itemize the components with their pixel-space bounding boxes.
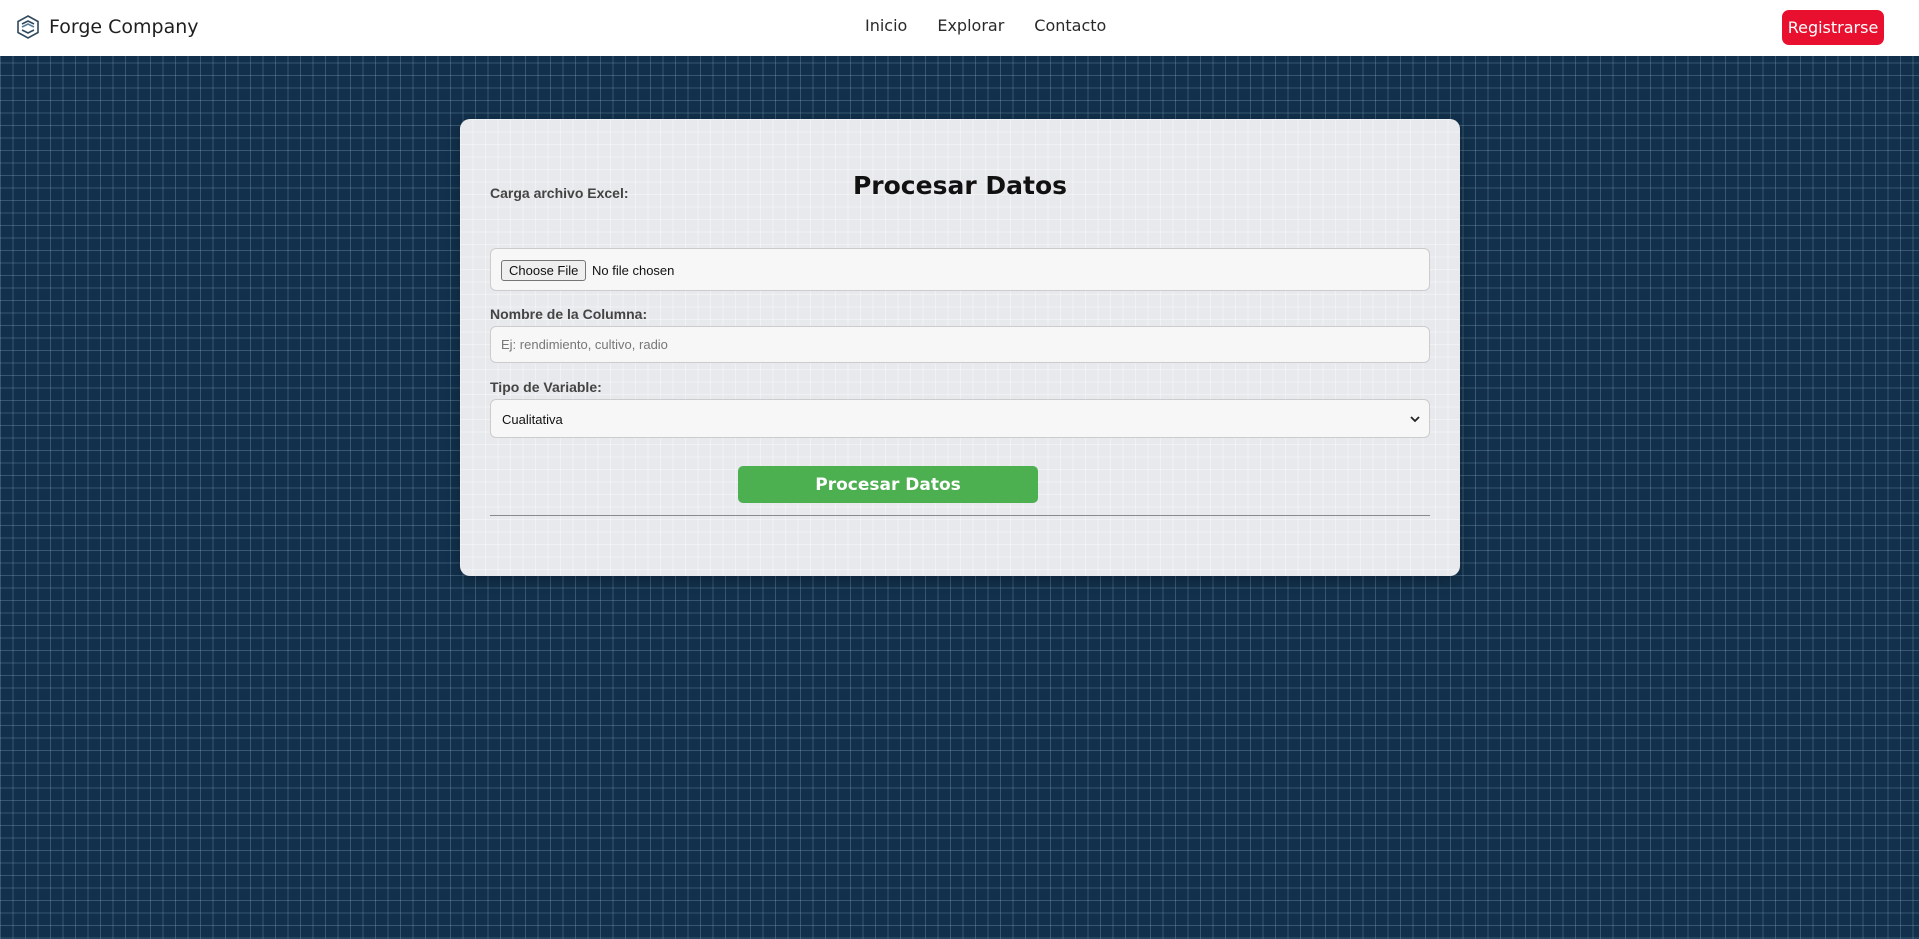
nav-link-inicio[interactable]: Inicio	[865, 16, 907, 35]
nav-link-explorar[interactable]: Explorar	[937, 16, 1004, 35]
brand-name: Forge Company	[49, 16, 199, 38]
navbar: Forge Company Inicio Explorar Contacto R…	[0, 0, 1919, 56]
variable-type-select[interactable]: Cualitativa	[490, 399, 1430, 438]
process-data-button[interactable]: Procesar Datos	[738, 466, 1038, 503]
nav-link-contacto[interactable]: Contacto	[1034, 16, 1106, 35]
register-button[interactable]: Registrarse	[1782, 10, 1884, 45]
brand[interactable]: Forge Company	[15, 14, 199, 40]
file-status-text: No file chosen	[592, 263, 675, 278]
choose-file-button[interactable]: Choose File	[501, 260, 587, 281]
variable-type-selected: Cualitativa	[502, 412, 563, 427]
main-nav: Inicio Explorar Contacto	[865, 16, 1106, 35]
file-upload-label: Carga archivo Excel:	[490, 185, 629, 201]
column-name-label: Nombre de la Columna:	[490, 306, 648, 322]
file-upload-field: Choose File No file chosen	[490, 248, 1430, 291]
process-data-card: Procesar Datos Carga archivo Excel: Choo…	[460, 119, 1460, 576]
variable-type-label: Tipo de Variable:	[490, 379, 602, 395]
divider	[490, 515, 1430, 516]
forge-logo-icon	[15, 14, 41, 40]
column-name-input[interactable]	[490, 326, 1430, 363]
